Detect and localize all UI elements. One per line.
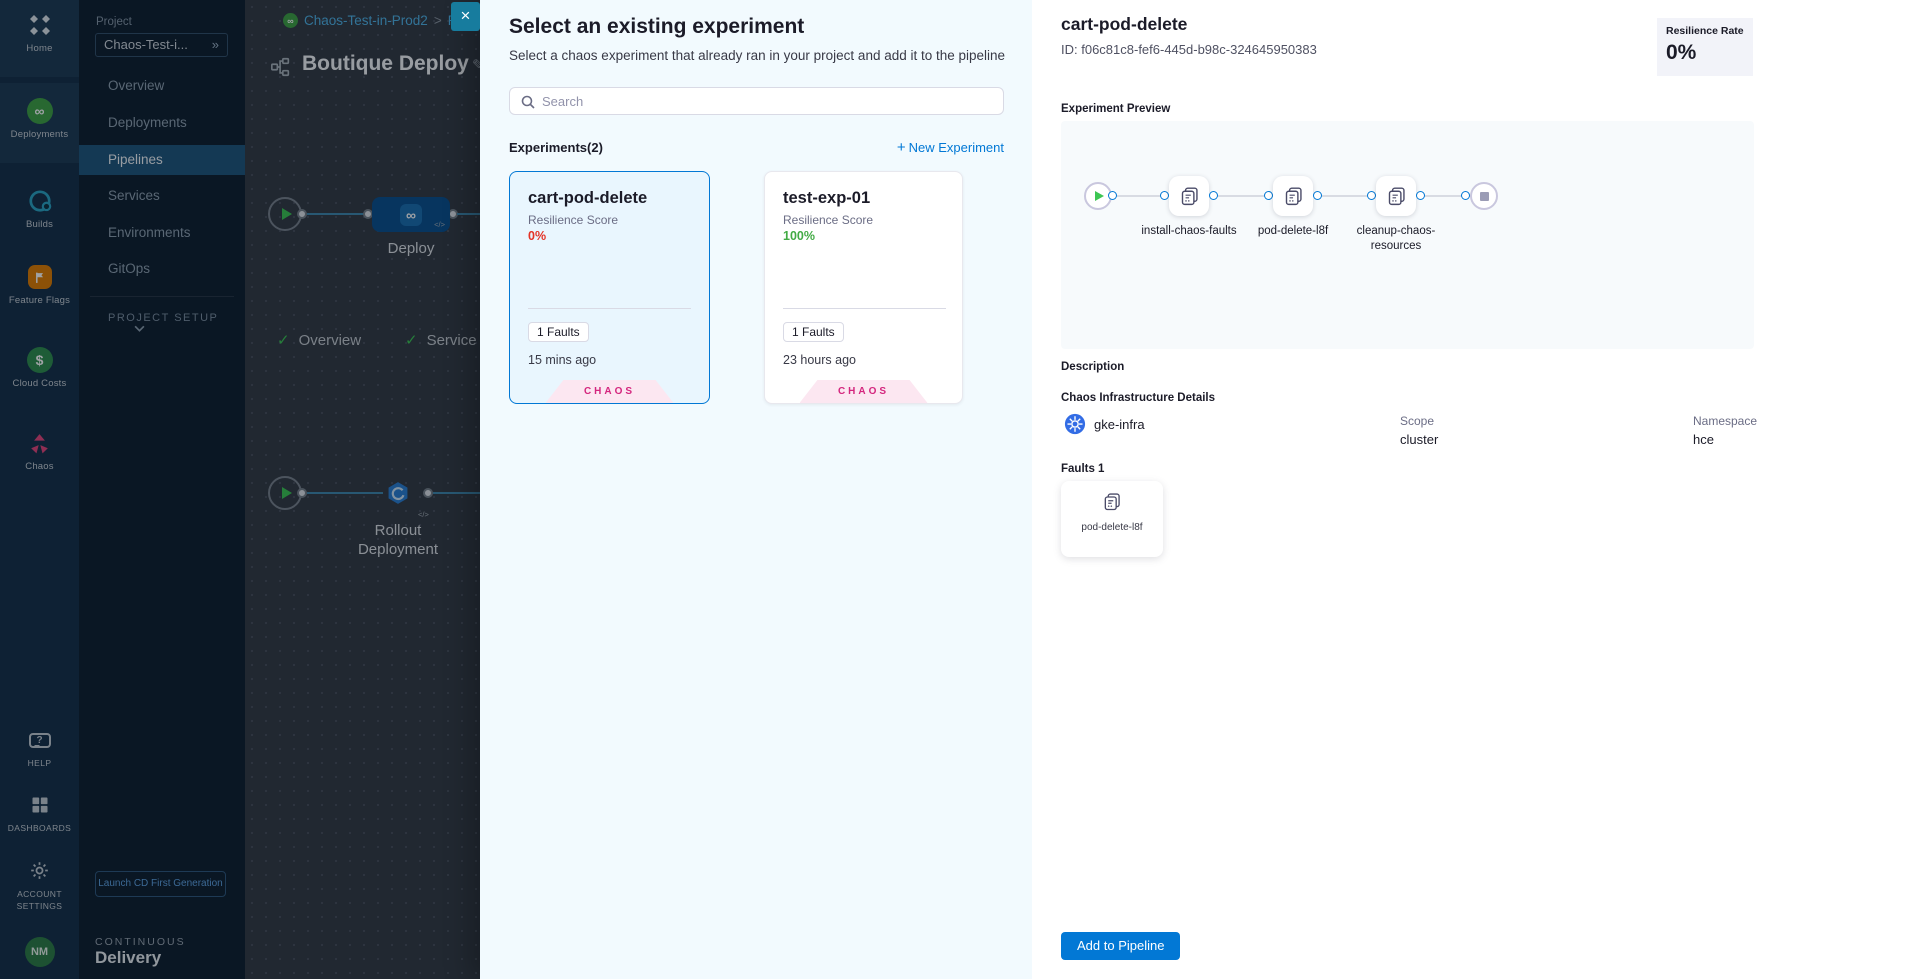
connector-dot: [1160, 191, 1169, 200]
last-run-time: 15 mins ago: [528, 353, 596, 367]
step-label: install-chaos-faults: [1137, 224, 1241, 239]
experiment-detail-title: cart-pod-delete: [1061, 14, 1187, 35]
experiment-detail-panel: cart-pod-delete ID: f06c81c8-fef6-445d-b…: [1032, 0, 1920, 979]
namespace-value: hce: [1693, 432, 1714, 447]
modal-title: Select an existing experiment: [509, 15, 804, 39]
faults-badge: 1 Faults: [783, 322, 844, 342]
step-label: cleanup-chaos-resources: [1344, 224, 1448, 254]
scope-label: Scope: [1400, 414, 1434, 428]
close-icon[interactable]: ×: [451, 2, 480, 31]
search-input[interactable]: [542, 89, 997, 113]
resilience-score-value: 0%: [528, 229, 546, 243]
faults-badge: 1 Faults: [528, 322, 589, 342]
experiment-id: ID: f06c81c8-fef6-445d-b98c-324645950383: [1061, 42, 1317, 57]
fault-name: pod-delete-l8f: [1061, 522, 1163, 533]
chaos-brand-ribbon: CHAOS: [800, 380, 928, 403]
chaos-brand-ribbon: CHAOS: [546, 380, 674, 403]
chaos-step-icon: [1386, 186, 1407, 207]
connector-dot: [1264, 191, 1273, 200]
description-label: Description: [1061, 361, 1124, 373]
resilience-rate-value: 0%: [1666, 41, 1744, 65]
experiment-card-test-exp-01[interactable]: test-exp-01 Resilience Score 100% 1 Faul…: [764, 171, 963, 404]
experiment-preview-label: Experiment Preview: [1061, 103, 1170, 115]
fault-card-pod-delete[interactable]: pod-delete-l8f: [1061, 481, 1163, 557]
kubernetes-icon: [1064, 413, 1086, 435]
experiment-select-panel: Select an existing experiment Select a c…: [480, 0, 1032, 979]
chaos-step-icon: [1102, 492, 1122, 512]
step-label: pod-delete-l8f: [1241, 224, 1345, 239]
resilience-rate-label: Resilience Rate: [1666, 25, 1744, 37]
experiment-preview-panel: install-chaos-faults pod-delete-l8f clea…: [1061, 121, 1754, 349]
connector-dot: [1108, 191, 1117, 200]
app-screen: Deploy ✓Overview ✓Service </> Rollout De…: [0, 0, 1920, 979]
stop-icon: [1480, 192, 1489, 201]
scope-value: cluster: [1400, 432, 1438, 447]
infra-details-label: Chaos Infrastructure Details: [1061, 392, 1215, 404]
divider: [783, 308, 946, 309]
new-experiment-link[interactable]: +New Experiment: [509, 139, 1004, 156]
connector-dot: [1313, 191, 1322, 200]
plus-icon: +: [897, 139, 906, 156]
chaos-step-icon: [1283, 186, 1304, 207]
preview-end-node: [1470, 182, 1498, 210]
resilience-score-label: Resilience Score: [783, 213, 873, 227]
add-to-pipeline-button[interactable]: Add to Pipeline: [1061, 932, 1180, 960]
faults-count-label: Faults 1: [1061, 463, 1104, 475]
namespace-label: Namespace: [1693, 414, 1757, 428]
search-icon: [520, 94, 536, 110]
connector-dot: [1209, 191, 1218, 200]
resilience-score-value: 100%: [783, 229, 815, 243]
infra-name: gke-infra: [1094, 417, 1145, 432]
resilience-rate-box: Resilience Rate 0%: [1657, 18, 1753, 76]
connector-dot: [1461, 191, 1470, 200]
divider: [528, 308, 691, 309]
resilience-score-label: Resilience Score: [528, 213, 618, 227]
step-pod-delete: [1273, 176, 1313, 216]
experiment-name: test-exp-01: [783, 189, 870, 208]
experiment-card-cart-pod-delete[interactable]: cart-pod-delete Resilience Score 0% 1 Fa…: [509, 171, 710, 404]
modal-subtitle: Select a chaos experiment that already r…: [509, 48, 1005, 63]
chaos-step-icon: [1179, 186, 1200, 207]
play-icon: [1095, 191, 1104, 201]
last-run-time: 23 hours ago: [783, 353, 856, 367]
connector-dot: [1367, 191, 1376, 200]
step-install-chaos-faults: [1169, 176, 1209, 216]
experiment-name: cart-pod-delete: [528, 189, 647, 208]
step-cleanup-chaos-resources: [1376, 176, 1416, 216]
connector-dot: [1416, 191, 1425, 200]
search-box: [509, 87, 1004, 115]
